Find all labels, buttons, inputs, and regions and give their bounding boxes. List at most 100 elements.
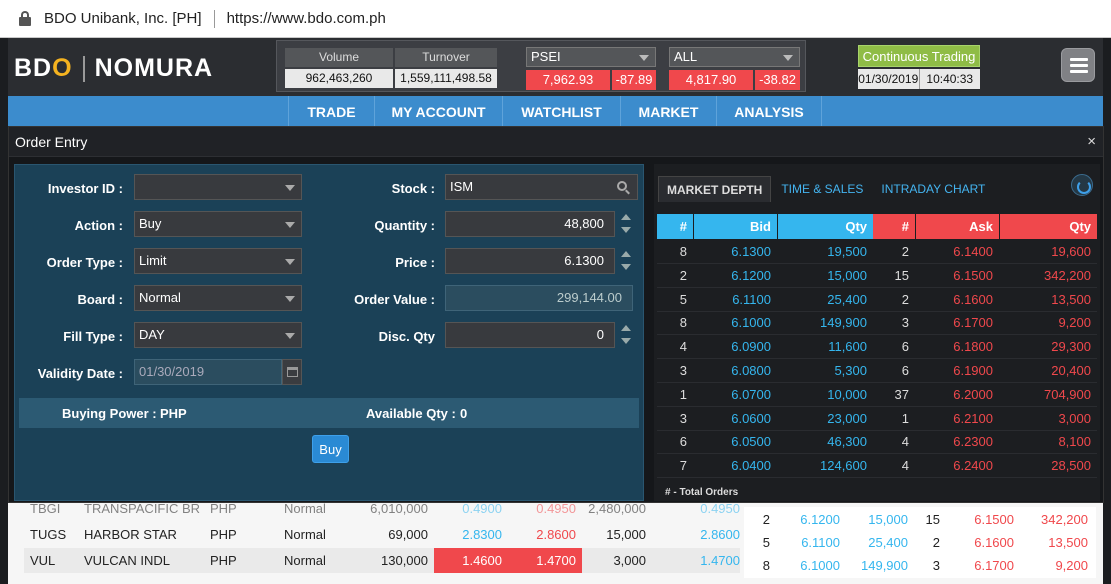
- depth-cell: 10,000: [827, 386, 867, 402]
- depth-cell: 37: [894, 386, 909, 402]
- index-select-psei[interactable]: PSEI: [526, 47, 656, 67]
- nav-my-account[interactable]: MY ACCOUNT: [374, 96, 502, 128]
- table-row[interactable]: 2 6.1200 15,000 15 6.1500 342,200: [657, 264, 1097, 288]
- depth-cell: 2: [679, 267, 687, 283]
- tab-time-sales[interactable]: TIME & SALES: [773, 176, 871, 202]
- buying-power-bar: Buying Power : PHP Available Qty : 0: [19, 398, 639, 428]
- depth-cell: 6.1300: [731, 244, 771, 259]
- buy-button[interactable]: Buy: [312, 435, 349, 463]
- header-bid-count: #: [657, 214, 693, 239]
- quantity-input[interactable]: 48,800: [445, 211, 615, 237]
- depth-cell: 6.1800: [953, 339, 993, 355]
- table-row[interactable]: 6 6.0500 46,300 4 6.2300 8,100: [657, 430, 1097, 455]
- trading-date: 01/30/2019: [858, 72, 919, 86]
- depth-cell: 6.1500: [953, 267, 993, 283]
- order-entry-dialog: Order Entry × Investor ID : Action : Buy…: [8, 126, 1104, 503]
- depth-cell: 1: [679, 386, 687, 402]
- depth-cell: 5,300: [834, 363, 867, 378]
- background-watchlist: TBGI TRANSPACIFIC BR PHP Normal 6,010,00…: [8, 496, 1103, 584]
- hamburger-menu-button[interactable]: [1061, 48, 1095, 82]
- psei-change: -87.89: [612, 70, 656, 90]
- refresh-icon[interactable]: [1071, 174, 1093, 196]
- table-row[interactable]: 8 6.1000 149,900 3 6.1700 9,200: [657, 311, 1097, 336]
- table-row[interactable]: VUL VULCAN INDL PHP Normal 130,000 1.460…: [24, 548, 740, 573]
- depth-cell: 8,100: [1058, 434, 1091, 450]
- header-bid: Bid: [693, 214, 777, 239]
- depth-cell: 9,200: [1058, 315, 1091, 331]
- fill-type-select[interactable]: DAY: [134, 322, 302, 348]
- chevron-down-icon: [285, 185, 295, 191]
- lock-icon: [18, 10, 32, 27]
- depth-cell: 6.2400: [953, 458, 993, 474]
- depth-cell: 15: [894, 267, 909, 283]
- header-bid-qty: Qty: [777, 214, 873, 239]
- table-row[interactable]: TUGS HARBOR STAR PHP Normal 69,000 2.830…: [24, 522, 740, 547]
- fill-type-label: Fill Type :: [63, 329, 123, 344]
- depth-cell: 46,300: [827, 434, 867, 450]
- table-row[interactable]: 4 6.0900 11,600 6 6.1800 29,300: [657, 335, 1097, 360]
- disc-qty-label: Disc. Qty: [378, 329, 435, 344]
- investor-id-select[interactable]: [134, 174, 302, 200]
- depth-cell: 6.0900: [731, 339, 771, 355]
- tab-market-depth[interactable]: MARKET DEPTH: [658, 176, 772, 202]
- table-row[interactable]: 3 6.0800 5,300 6 6.1900 20,400: [657, 359, 1097, 383]
- trading-status-label: Continuous Trading: [858, 45, 980, 67]
- depth-cell: 6.1700: [953, 315, 993, 331]
- table-row[interactable]: 7 6.0400 124,600 4 6.2400 28,500: [657, 454, 1097, 479]
- stock-input[interactable]: ISM: [445, 174, 638, 200]
- board-select[interactable]: Normal: [134, 285, 302, 311]
- chevron-down-icon: [285, 259, 295, 265]
- depth-cell: 4: [901, 434, 909, 450]
- main-nav: TRADE MY ACCOUNT WATCHLIST MARKET ANALYS…: [8, 96, 1103, 128]
- nav-analysis[interactable]: ANALYSIS: [716, 96, 822, 128]
- table-row[interactable]: 1 6.0700 10,000 37 6.2000 704,900: [657, 383, 1097, 407]
- nav-market[interactable]: MARKET: [620, 96, 716, 128]
- depth-cell: 28,500: [1051, 458, 1091, 474]
- depth-cell: 8: [679, 315, 687, 331]
- order-value-field: 299,144.00: [445, 285, 633, 311]
- board-label: Board :: [77, 292, 124, 307]
- depth-cell: 23,000: [827, 410, 867, 426]
- disc-qty-input[interactable]: 0: [445, 322, 615, 348]
- table-row[interactable]: 5 6.1100 25,400 2 6.1600 13,500: [657, 288, 1097, 312]
- depth-cell: 704,900: [1044, 386, 1091, 402]
- quantity-stepper[interactable]: [621, 212, 631, 236]
- depth-cell: 19,500: [827, 244, 867, 259]
- price-input[interactable]: 6.1300: [445, 248, 615, 274]
- list-item: 2 6.1200 15,000 15 6.1500 342,200: [744, 507, 1096, 532]
- depth-cell: 6.2300: [953, 434, 993, 450]
- available-qty-label: Available Qty :: [366, 406, 456, 421]
- table-row[interactable]: 8 6.1300 19,500 2 6.1400 19,600: [657, 240, 1097, 264]
- url-text[interactable]: https://www.bdo.com.ph: [227, 10, 386, 27]
- browser-address-bar[interactable]: BDO Unibank, Inc. [PH] https://www.bdo.c…: [0, 0, 1111, 38]
- calendar-icon[interactable]: [282, 359, 302, 385]
- price-stepper[interactable]: [621, 249, 631, 273]
- tab-intraday-chart[interactable]: INTRADAY CHART: [873, 176, 993, 202]
- depth-cell: 6: [901, 363, 909, 378]
- depth-cell: 13,500: [1051, 291, 1091, 307]
- validity-date-input[interactable]: 01/30/2019: [134, 359, 282, 385]
- nav-trade[interactable]: TRADE: [288, 96, 374, 128]
- depth-cell: 29,300: [1051, 339, 1091, 355]
- order-type-select[interactable]: Limit: [134, 248, 302, 274]
- table-row[interactable]: 3 6.0600 23,000 1 6.2100 3,000: [657, 407, 1097, 431]
- depth-cell: 6.1100: [732, 291, 771, 307]
- bdo-nomura-logo: BD O NOMURA: [14, 54, 214, 82]
- top-bar: BD O NOMURA Volume Turnover 962,463,260 1…: [8, 38, 1103, 96]
- action-select[interactable]: Buy: [134, 211, 302, 237]
- list-item: 8 6.1000 149,900 3 6.1700 9,200: [744, 553, 1096, 578]
- chevron-down-icon: [783, 55, 793, 61]
- header-ask-qty: Qty: [999, 214, 1097, 239]
- close-icon[interactable]: ×: [1087, 127, 1096, 157]
- index-select-all[interactable]: ALL: [669, 47, 800, 67]
- buying-power-value: PHP: [160, 406, 187, 421]
- depth-cell: 6.1600: [953, 291, 993, 307]
- depth-cell: 15,000: [827, 267, 867, 283]
- validity-date-label: Validity Date :: [37, 366, 123, 381]
- depth-cell: 6.1200: [731, 267, 771, 283]
- action-label: Action :: [74, 218, 123, 233]
- disc-qty-stepper[interactable]: [621, 323, 631, 347]
- depth-cell: 6.0500: [731, 434, 771, 450]
- dialog-title: Order Entry: [9, 127, 1103, 157]
- nav-watchlist[interactable]: WATCHLIST: [502, 96, 620, 128]
